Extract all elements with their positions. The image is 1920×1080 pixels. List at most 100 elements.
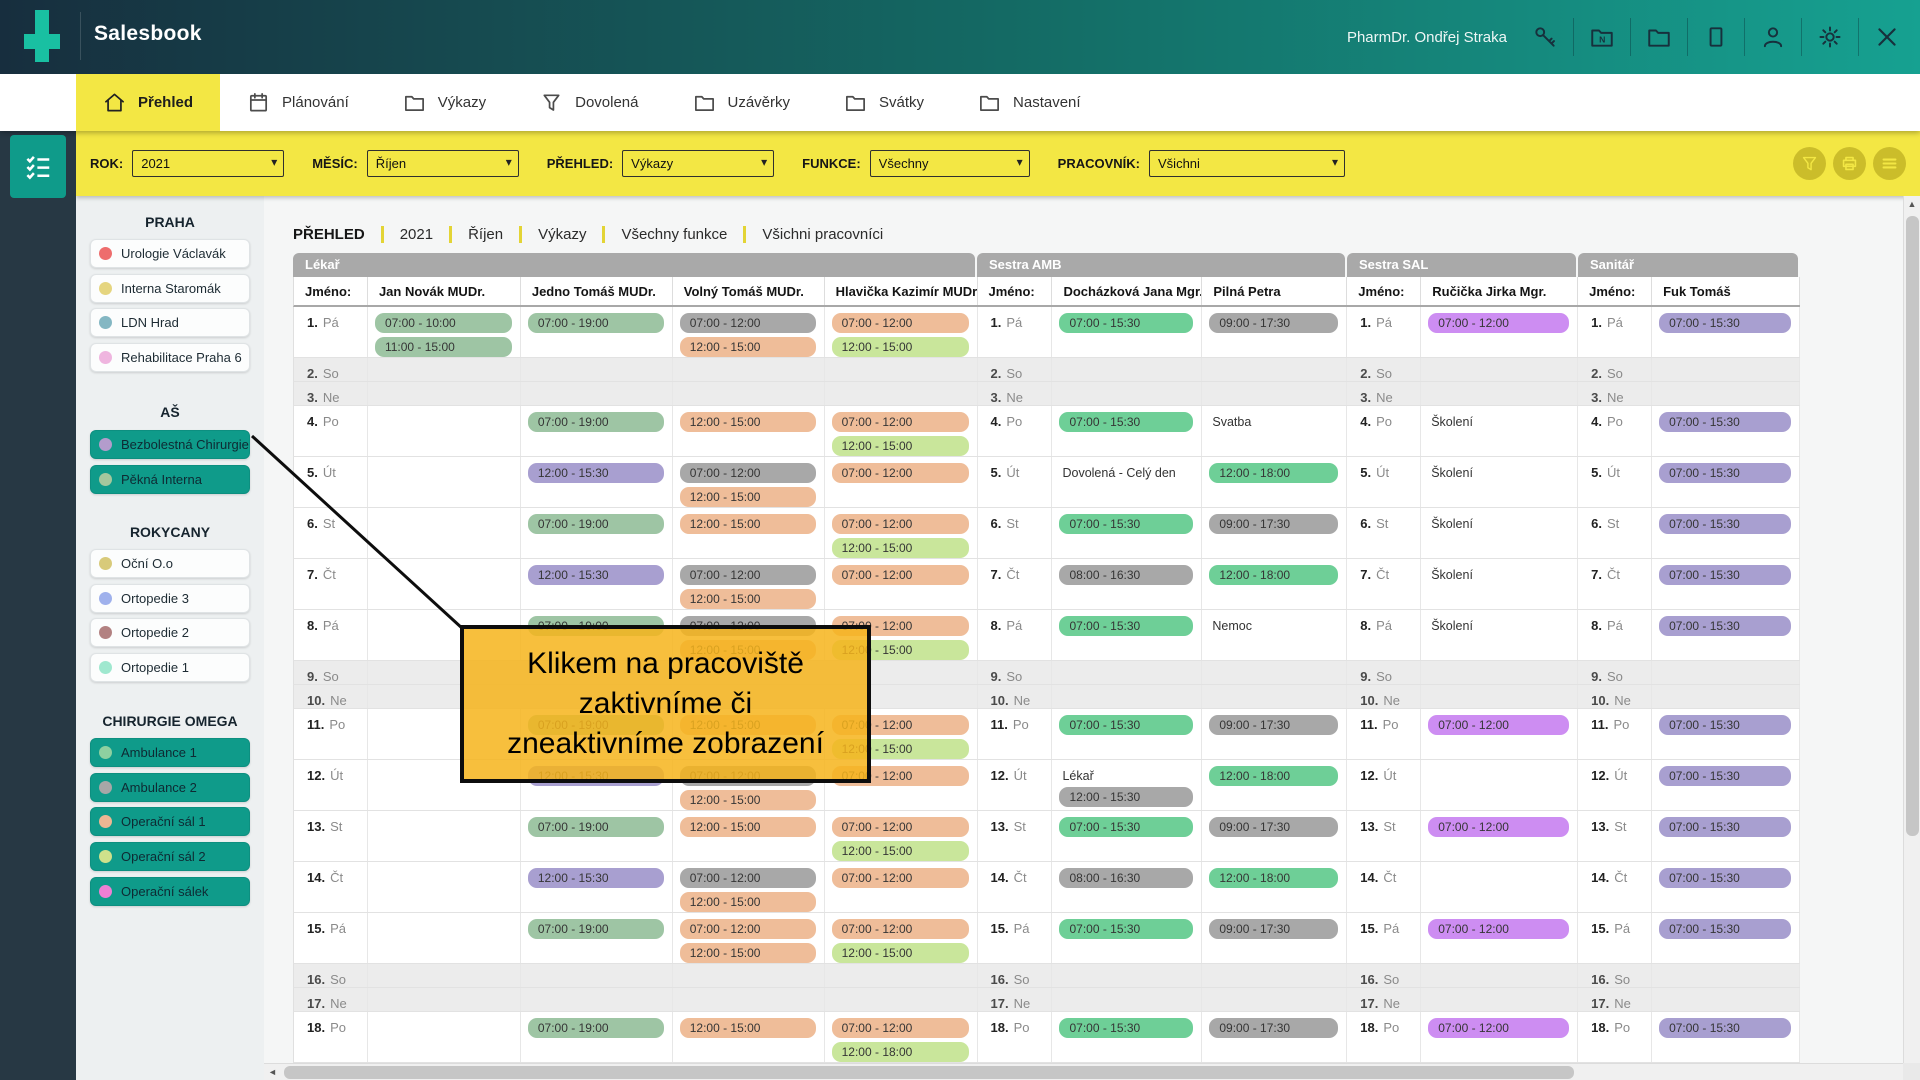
shift-pill[interactable]: 12:00 - 15:00 [680,817,816,837]
tab-plánování[interactable]: Plánování [220,74,376,131]
filter-button[interactable] [1793,147,1826,180]
shift-pill[interactable]: 07:00 - 15:30 [1659,766,1791,786]
sidebar-item-operační-sálek[interactable]: Operační sálek [90,877,250,906]
shift-pill[interactable]: 07:00 - 12:00 [832,1018,969,1038]
vertical-scrollbar[interactable]: ▲ [1903,196,1920,1080]
shift-pill[interactable]: 12:00 - 18:00 [1209,766,1338,786]
shift-pill[interactable]: 12:00 - 15:00 [832,538,969,558]
sidebar-item-oční-o-o[interactable]: Oční O.o [90,549,250,578]
shift-pill[interactable]: 07:00 - 15:30 [1659,514,1791,534]
shift-pill[interactable]: 09:00 - 17:30 [1209,919,1338,939]
shift-pill[interactable]: 09:00 - 17:30 [1209,313,1338,333]
shift-pill[interactable]: 08:00 - 16:30 [1059,565,1193,585]
sidebar-item-rehabilitace-praha-6[interactable]: Rehabilitace Praha 6 [90,343,250,372]
shift-pill[interactable]: 07:00 - 12:00 [832,412,969,432]
shift-pill[interactable]: 07:00 - 15:30 [1659,919,1791,939]
shift-pill[interactable]: 07:00 - 19:00 [528,412,664,432]
sidebar-item-operační-sál-2[interactable]: Operační sál 2 [90,842,250,871]
shift-pill[interactable]: 07:00 - 12:00 [680,868,816,888]
print-button[interactable] [1833,147,1866,180]
worker-select[interactable]: Všichni [1149,150,1345,177]
shift-pill[interactable]: 07:00 - 15:30 [1059,514,1193,534]
shift-pill[interactable]: 12:00 - 15:00 [832,337,969,357]
shift-pill[interactable]: 12:00 - 15:00 [680,892,816,912]
vertical-scrollbar-thumb[interactable] [1906,216,1919,836]
stop-icon[interactable] [1701,22,1731,52]
shift-pill[interactable]: 12:00 - 15:00 [680,1018,816,1038]
horizontal-scrollbar-thumb[interactable] [284,1066,1574,1079]
sidebar-item-bezbolestná-chirurgie[interactable]: Bezbolestná Chirurgie [90,430,250,459]
shift-pill[interactable]: 12:00 - 15:00 [680,412,816,432]
sidebar-item-operační-sál-1[interactable]: Operační sál 1 [90,807,250,836]
shift-pill[interactable]: 07:00 - 15:30 [1659,868,1791,888]
folder-n-icon[interactable]: N [1587,22,1617,52]
close-icon[interactable] [1872,22,1902,52]
shift-pill[interactable]: 09:00 - 17:30 [1209,715,1338,735]
shift-pill[interactable]: 12:00 - 15:30 [528,565,664,585]
folder-icon[interactable] [1644,22,1674,52]
shift-pill[interactable]: 07:00 - 15:30 [1059,919,1193,939]
shift-pill[interactable]: 12:00 - 15:30 [1059,787,1193,807]
absence-label[interactable]: Školení [1431,619,1571,633]
shift-pill[interactable]: 07:00 - 12:00 [832,514,969,534]
gear-icon[interactable] [1815,22,1845,52]
user-icon[interactable] [1758,22,1788,52]
shift-pill[interactable]: 12:00 - 15:00 [832,436,969,456]
absence-label[interactable]: Školení [1431,568,1571,582]
tab-uzávěrky[interactable]: Uzávěrky [666,74,818,131]
tab-výkazy[interactable]: Výkazy [376,74,513,131]
shift-pill[interactable]: 12:00 - 18:00 [832,1042,969,1062]
shift-pill[interactable]: 07:00 - 15:30 [1659,1018,1791,1038]
shift-pill[interactable]: 07:00 - 19:00 [528,817,664,837]
shift-pill[interactable]: 07:00 - 12:00 [1428,313,1569,333]
shift-pill[interactable]: 12:00 - 15:00 [680,790,816,810]
absence-label[interactable]: Nemoc [1212,619,1340,633]
shift-pill[interactable]: 12:00 - 15:00 [680,514,816,534]
horizontal-scrollbar[interactable]: ◄ [264,1063,1903,1080]
shift-pill[interactable]: 07:00 - 15:30 [1059,616,1193,636]
scroll-left-icon[interactable]: ◄ [264,1064,281,1080]
shift-pill[interactable]: 07:00 - 19:00 [528,313,664,333]
options-button[interactable] [1873,147,1906,180]
shift-pill[interactable]: 07:00 - 12:00 [680,565,816,585]
shift-pill[interactable]: 07:00 - 12:00 [680,313,816,333]
shift-pill[interactable]: 07:00 - 10:00 [375,313,512,333]
month-select[interactable]: Říjen [367,150,519,177]
key-icon[interactable] [1530,22,1560,52]
shift-pill[interactable]: 12:00 - 18:00 [1209,868,1338,888]
shift-pill[interactable]: 07:00 - 15:30 [1059,313,1193,333]
shift-pill[interactable]: 07:00 - 12:00 [832,919,969,939]
sidebar-item-ambulance-2[interactable]: Ambulance 2 [90,773,250,802]
shift-pill[interactable]: 07:00 - 15:30 [1659,313,1791,333]
sidebar-item-urologie-václavák[interactable]: Urologie Václavák [90,239,250,268]
sidebar-item-ambulance-1[interactable]: Ambulance 1 [90,738,250,767]
shift-pill[interactable]: 07:00 - 15:30 [1659,817,1791,837]
shift-pill[interactable]: 12:00 - 18:00 [1209,565,1338,585]
absence-label[interactable]: Školení [1431,466,1571,480]
sidebar-item-ortopedie-2[interactable]: Ortopedie 2 [90,618,250,647]
tab-nastavení[interactable]: Nastavení [951,74,1108,131]
function-select[interactable]: Všechny [870,150,1030,177]
shift-pill[interactable]: 07:00 - 12:00 [1428,715,1569,735]
sidebar-item-interna-staromák[interactable]: Interna Staromák [90,274,250,303]
shift-pill[interactable]: 07:00 - 12:00 [832,313,969,333]
shift-pill[interactable]: 07:00 - 15:30 [1059,412,1193,432]
tab-dovolená[interactable]: Dovolená [513,74,665,131]
shift-pill[interactable]: 07:00 - 12:00 [680,919,816,939]
shift-pill[interactable]: 12:00 - 15:30 [528,463,664,483]
sidebar-item-ldn-hrad[interactable]: LDN Hrad [90,308,250,337]
absence-label[interactable]: Školení [1431,517,1571,531]
shift-pill[interactable]: 07:00 - 12:00 [832,817,969,837]
shift-pill[interactable]: 08:00 - 16:30 [1059,868,1193,888]
shift-pill[interactable]: 12:00 - 15:00 [680,337,816,357]
tab-svátky[interactable]: Svátky [817,74,951,131]
year-select[interactable]: 2021 [132,150,284,177]
shift-pill[interactable]: 12:00 - 15:00 [832,841,969,861]
shift-pill[interactable]: 07:00 - 15:30 [1659,715,1791,735]
shift-pill[interactable]: 09:00 - 17:30 [1209,514,1338,534]
shift-pill[interactable]: 07:00 - 12:00 [1428,817,1569,837]
sidebar-item-ortopedie-3[interactable]: Ortopedie 3 [90,584,250,613]
shift-pill[interactable]: 12:00 - 15:00 [680,589,816,609]
view-select[interactable]: Výkazy [622,150,774,177]
scroll-up-icon[interactable]: ▲ [1904,196,1920,213]
